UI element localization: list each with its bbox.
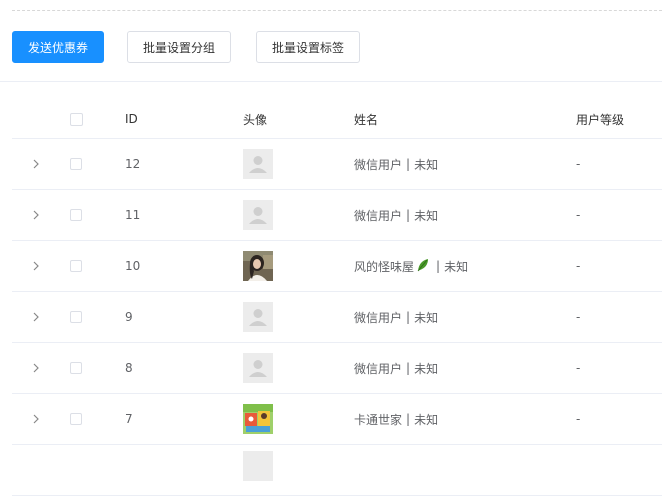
user-nickname: 风的怪味屋 [354, 259, 415, 274]
user-nickname: 微信用户 [354, 208, 403, 223]
table-row [12, 445, 662, 496]
name-separator: | [406, 361, 411, 375]
row-checkbox[interactable] [70, 343, 82, 393]
chevron-right-icon [30, 209, 42, 221]
header-id: ID [125, 112, 138, 126]
user-nickname: 微信用户 [354, 157, 403, 172]
row-checkbox[interactable] [70, 241, 82, 291]
user-table: ID 头像 姓名 用户等级 12 微信用户 | 未知 - 11 微信用户 | 未… [12, 100, 662, 496]
chevron-right-icon [30, 362, 42, 374]
user-name-cell: 卡通世家 | 未知 [354, 394, 438, 444]
user-level: - [576, 259, 581, 273]
table-row: 9 微信用户 | 未知 - [12, 292, 662, 343]
avatar [243, 241, 273, 291]
avatar [243, 445, 273, 501]
batch-set-tag-button[interactable]: 批量设置标签 [256, 31, 360, 63]
row-id: 11 [125, 208, 141, 222]
row-id: 10 [125, 259, 141, 273]
name-separator: | [436, 259, 441, 273]
leaf-icon [416, 258, 430, 275]
name-separator: | [406, 412, 411, 426]
user-name-cell: 微信用户 | 未知 [354, 190, 438, 240]
batch-set-group-button[interactable]: 批量设置分组 [127, 31, 231, 63]
avatar [243, 343, 273, 393]
name-separator: | [406, 310, 411, 324]
header-level: 用户等级 [576, 112, 625, 127]
chevron-right-icon [30, 260, 42, 272]
table-row: 12 微信用户 | 未知 - [12, 139, 662, 190]
avatar [243, 292, 273, 342]
user-gender: 未知 [414, 412, 439, 427]
user-name-cell: 微信用户 | 未知 [354, 139, 438, 189]
table-row: 7 卡通世家 | 未知 - [12, 394, 662, 445]
user-name-cell: 微信用户 | 未知 [354, 292, 438, 342]
user-gender: 未知 [414, 208, 439, 223]
row-checkbox[interactable] [70, 394, 82, 444]
user-level: - [576, 310, 581, 324]
name-separator: | [406, 208, 411, 222]
user-name-cell: 微信用户 | 未知 [354, 343, 438, 393]
user-level: - [576, 157, 581, 171]
row-checkbox[interactable] [70, 139, 82, 189]
expand-row-button[interactable] [30, 241, 42, 291]
table-row: 10 风的怪味屋 | 未知 - [12, 241, 662, 292]
avatar [243, 394, 273, 444]
user-gender: 未知 [414, 157, 439, 172]
row-id: 8 [125, 361, 133, 375]
row-id: 12 [125, 157, 141, 171]
row-checkbox[interactable] [70, 190, 82, 240]
user-level: - [576, 412, 581, 426]
table-row: 11 微信用户 | 未知 - [12, 190, 662, 241]
user-gender: 未知 [414, 310, 439, 325]
user-level: - [576, 208, 581, 222]
header-avatar: 头像 [243, 112, 268, 127]
user-level: - [576, 361, 581, 375]
send-coupon-button[interactable]: 发送优惠券 [12, 31, 104, 63]
toolbar: 发送优惠券 批量设置分组 批量设置标签 [12, 31, 360, 63]
top-divider [12, 10, 662, 11]
header-name: 姓名 [354, 112, 379, 127]
row-id: 7 [125, 412, 133, 426]
expand-row-button[interactable] [30, 394, 42, 444]
user-gender: 未知 [444, 259, 469, 274]
chevron-right-icon [30, 158, 42, 170]
user-nickname: 微信用户 [354, 361, 403, 376]
avatar [243, 139, 273, 189]
avatar [243, 190, 273, 240]
name-separator: | [406, 157, 411, 171]
expand-row-button[interactable] [30, 343, 42, 393]
chevron-right-icon [30, 413, 42, 425]
row-id: 9 [125, 310, 133, 324]
toolbar-separator [0, 81, 662, 82]
expand-row-button[interactable] [30, 190, 42, 240]
expand-row-button[interactable] [30, 139, 42, 189]
expand-row-button[interactable] [30, 292, 42, 342]
user-gender: 未知 [414, 361, 439, 376]
select-all-checkbox[interactable] [70, 100, 83, 138]
user-name-cell: 风的怪味屋 | 未知 [354, 241, 468, 291]
user-nickname: 微信用户 [354, 310, 403, 325]
chevron-right-icon [30, 311, 42, 323]
table-row: 8 微信用户 | 未知 - [12, 343, 662, 394]
row-checkbox[interactable] [70, 292, 82, 342]
table-header: ID 头像 姓名 用户等级 [12, 100, 662, 139]
user-nickname: 卡通世家 [354, 412, 403, 427]
